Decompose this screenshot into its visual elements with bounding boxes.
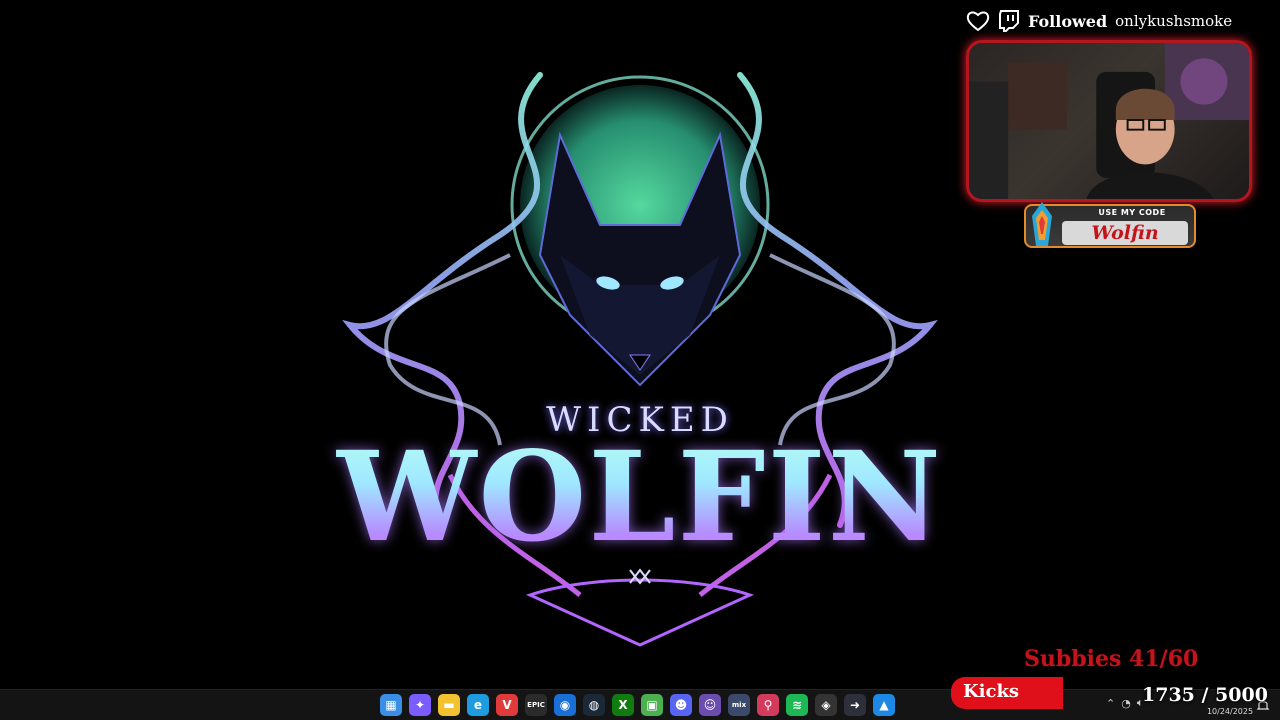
twitch-icon — [999, 10, 1019, 32]
xbox-icon[interactable]: X — [612, 694, 634, 716]
logo-wolfin-text: WOLFIN — [330, 425, 950, 570]
discord-icon[interactable]: ☻ — [670, 694, 692, 716]
streamer-bot-icon[interactable]: ☺ — [699, 694, 721, 716]
edge-icon[interactable]: e — [467, 694, 489, 716]
fortnite-gem-icon — [1032, 202, 1052, 246]
network-icon[interactable]: ◔ — [1121, 697, 1131, 710]
kicks-goal-count: 1735 / 5000 — [1142, 684, 1268, 706]
creator-code: Wolfin — [1062, 221, 1188, 245]
windows-start-icon[interactable]: ▦ — [380, 694, 402, 716]
mixitup-icon[interactable]: mix — [728, 694, 750, 716]
follower-username: onlykushsmoke — [1115, 12, 1233, 30]
heart-icon — [966, 11, 990, 32]
webcam-feed — [966, 40, 1252, 202]
clock-date: 10/24/2025 — [1206, 707, 1254, 716]
channel-logo: WICKED WOLFIN — [330, 55, 950, 655]
follow-alert: Followed onlykushsmoke — [966, 8, 1232, 34]
copilot-icon[interactable]: ✦ — [409, 694, 431, 716]
maps-pin-icon[interactable]: ⚲ — [757, 694, 779, 716]
steam-icon[interactable]: ◍ — [583, 694, 605, 716]
minecraft-icon[interactable]: ▣ — [641, 694, 663, 716]
battlenet-icon[interactable]: ◉ — [554, 694, 576, 716]
davinci-icon[interactable]: ◈ — [815, 694, 837, 716]
creator-code-badge: USE MY CODE Wolfin — [1024, 202, 1196, 248]
windows-taskbar: ▦ ✦ ▬ e V EPIC ◉ ◍ X ▣ ☻ ☺ mix ⚲ ≋ ◈ ➜ ▲ ⌃ ◔ 🔈︎ 10/24/202… — [0, 689, 1280, 720]
kicks-goal-label: Kicks — [963, 681, 1020, 702]
kicks-goal-bar: Kicks — [951, 677, 1063, 709]
file-explorer-icon[interactable]: ▬ — [438, 694, 460, 716]
spotify-icon[interactable]: ≋ — [786, 694, 808, 716]
arrow-app-icon[interactable]: ➜ — [844, 694, 866, 716]
system-tray: ⌃ ◔ 🔈︎ — [1106, 696, 1143, 710]
photos-icon[interactable]: ▲ — [873, 694, 895, 716]
chevron-up-icon[interactable]: ⌃ — [1106, 697, 1115, 710]
code-caption: USE MY CODE — [1098, 208, 1166, 217]
subs-goal-text: Subbies 41/60 — [1024, 646, 1199, 672]
follow-status: Followed — [1028, 11, 1108, 31]
taskbar-app-list: ▦ ✦ ▬ e V EPIC ◉ ◍ X ▣ ☻ ☺ mix ⚲ ≋ ◈ ➜ ▲ — [380, 694, 895, 716]
epic-games-icon[interactable]: EPIC — [525, 694, 547, 716]
vivaldi-icon[interactable]: V — [496, 694, 518, 716]
